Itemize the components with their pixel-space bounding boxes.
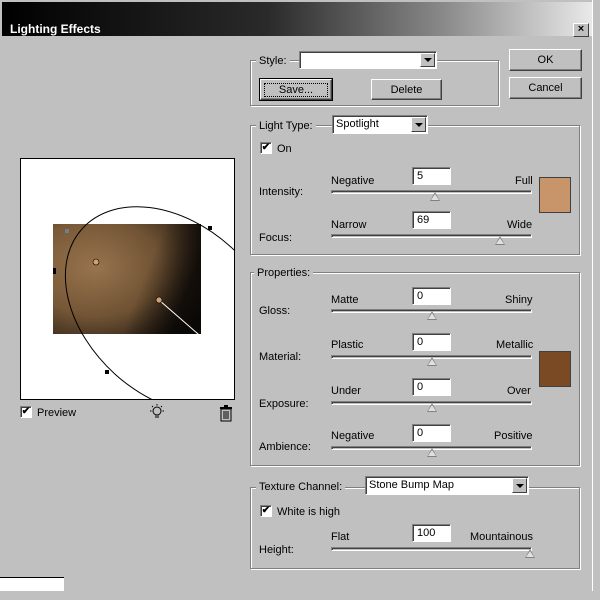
focus-value: 69 bbox=[417, 214, 430, 226]
intensity-slider-thumb[interactable] bbox=[430, 192, 441, 201]
window-title: Lighting Effects bbox=[10, 22, 101, 36]
gloss-slider-thumb[interactable] bbox=[426, 311, 437, 320]
exposure-max-label: Over bbox=[507, 385, 531, 397]
intensity-max-label: Full bbox=[515, 175, 533, 187]
material-label: Material: bbox=[259, 351, 302, 363]
style-select[interactable] bbox=[299, 51, 437, 69]
material-slider-thumb[interactable] bbox=[426, 357, 437, 366]
checkmark-icon: ✔ bbox=[261, 142, 271, 153]
gloss-input[interactable]: 0 bbox=[412, 287, 451, 305]
light-type-label: Light Type: bbox=[256, 120, 316, 133]
focus-slider-thumb[interactable] bbox=[495, 236, 506, 245]
resize-handle bbox=[53, 268, 56, 274]
exposure-label: Exposure: bbox=[259, 398, 309, 410]
delete-button-label: Delete bbox=[390, 83, 423, 96]
height-value: 100 bbox=[417, 527, 436, 539]
material-max-label: Metallic bbox=[496, 339, 534, 351]
material-min-label: Plastic bbox=[331, 339, 364, 351]
gloss-value: 0 bbox=[417, 290, 424, 302]
cancel-button-label: Cancel bbox=[528, 82, 563, 94]
ambience-min-label: Negative bbox=[331, 430, 375, 442]
save-button-label: Save... bbox=[263, 82, 329, 97]
resize-handle bbox=[105, 370, 109, 374]
title-bar: Lighting Effects × bbox=[2, 2, 592, 37]
trash-icon[interactable] bbox=[218, 404, 234, 422]
delete-button[interactable]: Delete bbox=[371, 79, 442, 100]
preview-svg bbox=[53, 206, 234, 399]
focus-max-label: Wide bbox=[507, 219, 533, 231]
checkmark-icon: ✔ bbox=[21, 406, 31, 417]
ok-button[interactable]: OK bbox=[509, 49, 582, 71]
ambience-max-label: Positive bbox=[494, 430, 533, 442]
resize-handle bbox=[208, 226, 212, 230]
texture-channel-select[interactable]: Stone Bump Map bbox=[365, 476, 529, 495]
light-type-select[interactable]: Spotlight bbox=[332, 115, 428, 134]
light-center-handle bbox=[92, 258, 100, 266]
height-label: Height: bbox=[259, 544, 294, 556]
intensity-min-label: Negative bbox=[331, 175, 375, 187]
height-min-label: Flat bbox=[331, 531, 350, 543]
intensity-label: Intensity: bbox=[259, 186, 304, 198]
close-button[interactable]: × bbox=[573, 23, 589, 37]
focus-label: Focus: bbox=[259, 232, 293, 244]
chevron-down-icon bbox=[512, 478, 527, 493]
style-label: Style: bbox=[256, 55, 290, 68]
intensity-input[interactable]: 5 bbox=[412, 167, 451, 185]
white-is-high-checkbox[interactable]: ✔ bbox=[260, 505, 272, 517]
lightbulb-icon[interactable] bbox=[148, 403, 166, 421]
intensity-value: 5 bbox=[417, 170, 424, 182]
material-value: 0 bbox=[417, 336, 424, 348]
exposure-value: 0 bbox=[417, 381, 424, 393]
focus-input[interactable]: 69 bbox=[412, 211, 451, 229]
exposure-min-label: Under bbox=[331, 385, 361, 397]
checkmark-icon: ✔ bbox=[261, 505, 271, 516]
gloss-label: Gloss: bbox=[259, 305, 291, 317]
bottom-bar bbox=[0, 591, 600, 600]
texture-channel-value: Stone Bump Map bbox=[369, 479, 454, 491]
chevron-down-icon bbox=[420, 53, 435, 67]
exposure-slider-thumb[interactable] bbox=[426, 403, 437, 412]
preview-canvas[interactable] bbox=[20, 158, 235, 400]
light-color-swatch[interactable] bbox=[539, 177, 571, 213]
preview-checkbox[interactable]: ✔ bbox=[20, 406, 32, 418]
properties-label: Properties: bbox=[254, 267, 314, 280]
ambience-value: 0 bbox=[417, 427, 424, 439]
exposure-input[interactable]: 0 bbox=[412, 378, 451, 396]
ambience-input[interactable]: 0 bbox=[412, 424, 451, 442]
bottom-edge bbox=[0, 577, 64, 591]
preview-label: Preview bbox=[37, 407, 77, 419]
texture-channel-label: Texture Channel: bbox=[256, 481, 346, 494]
ambience-slider-thumb[interactable] bbox=[426, 448, 437, 457]
height-slider-thumb[interactable] bbox=[525, 549, 535, 558]
height-input[interactable]: 100 bbox=[412, 524, 451, 542]
light-type-value: Spotlight bbox=[336, 118, 379, 130]
chevron-down-icon bbox=[411, 117, 426, 132]
material-input[interactable]: 0 bbox=[412, 333, 451, 351]
height-max-label: Mountainous bbox=[470, 531, 533, 543]
window-edge bbox=[592, 0, 600, 600]
close-icon: × bbox=[577, 23, 585, 35]
focus-min-label: Narrow bbox=[331, 219, 367, 231]
light-target-handle bbox=[155, 296, 163, 304]
height-slider-track[interactable] bbox=[331, 547, 532, 551]
save-button[interactable]: Save... bbox=[259, 78, 333, 101]
gloss-max-label: Shiny bbox=[505, 294, 533, 306]
ok-button-label: OK bbox=[537, 54, 554, 66]
light-on-label: On bbox=[277, 143, 292, 155]
lighting-effects-dialog: Lighting Effects × ✔ Preview Style: Save… bbox=[0, 0, 600, 600]
material-color-swatch[interactable] bbox=[539, 351, 571, 387]
resize-handle bbox=[65, 229, 69, 233]
ambience-label: Ambience: bbox=[259, 441, 311, 453]
gloss-min-label: Matte bbox=[331, 294, 359, 306]
light-on-checkbox[interactable]: ✔ bbox=[260, 142, 272, 154]
cancel-button[interactable]: Cancel bbox=[509, 77, 582, 99]
white-is-high-label: White is high bbox=[277, 506, 340, 518]
